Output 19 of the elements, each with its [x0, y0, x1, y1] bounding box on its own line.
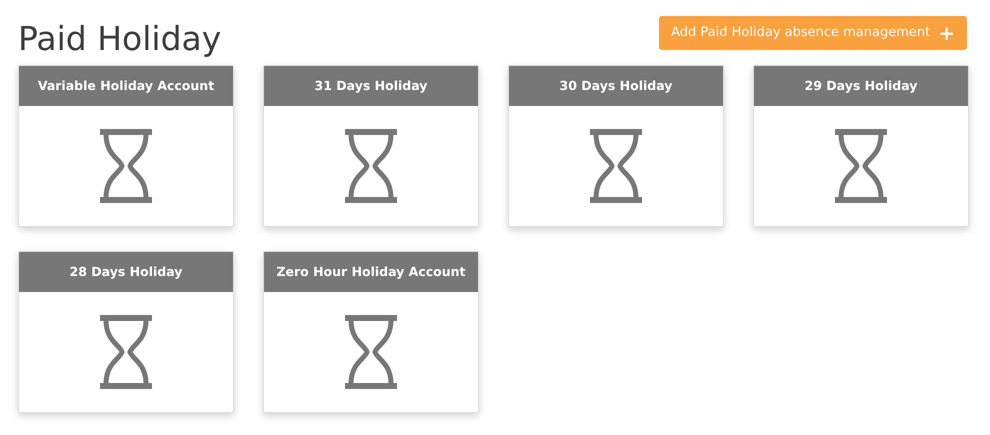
hourglass-icon	[343, 129, 399, 203]
card-title: Variable Holiday Account	[19, 66, 233, 106]
hourglass-icon	[833, 129, 889, 203]
hourglass-icon	[588, 129, 644, 203]
page-title: Paid Holiday	[18, 18, 222, 55]
card-title: 29 Days Holiday	[754, 66, 968, 106]
hourglass-icon	[98, 129, 154, 203]
holiday-card[interactable]: Variable Holiday Account	[18, 65, 234, 227]
holiday-card[interactable]: 31 Days Holiday	[263, 65, 479, 227]
holiday-card[interactable]: 28 Days Holiday	[18, 251, 234, 413]
hourglass-icon	[98, 315, 154, 389]
card-title: 31 Days Holiday	[264, 66, 478, 106]
holiday-card[interactable]: 30 Days Holiday	[508, 65, 724, 227]
holiday-card[interactable]: Zero Hour Holiday Account	[263, 251, 479, 413]
card-title: 30 Days Holiday	[509, 66, 723, 106]
holiday-card[interactable]: 29 Days Holiday	[753, 65, 969, 227]
card-title: Zero Hour Holiday Account	[264, 252, 478, 292]
hourglass-icon	[343, 315, 399, 389]
card-title: 28 Days Holiday	[19, 252, 233, 292]
